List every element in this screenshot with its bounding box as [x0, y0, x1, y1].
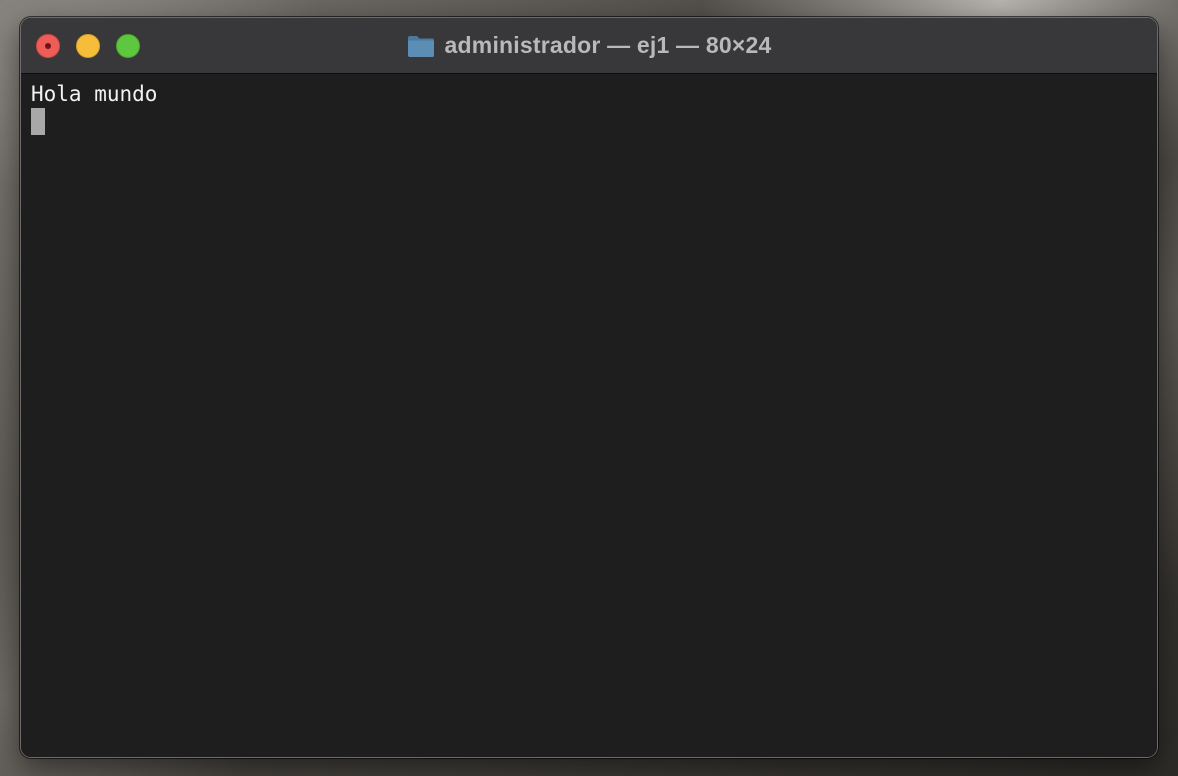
title-bar[interactable]: administrador — ej1 — 80×24	[21, 18, 1157, 74]
folder-icon[interactable]	[407, 34, 435, 58]
terminal-window: administrador — ej1 — 80×24 Hola mundo	[20, 17, 1158, 758]
terminal-content[interactable]: Hola mundo	[21, 74, 1157, 757]
block-cursor-icon	[31, 108, 45, 135]
cursor-line	[31, 106, 1147, 140]
window-title-area: administrador — ej1 — 80×24	[21, 18, 1157, 73]
window-title: administrador — ej1 — 80×24	[444, 32, 772, 58]
terminal-output-line: Hola mundo	[31, 82, 158, 106]
